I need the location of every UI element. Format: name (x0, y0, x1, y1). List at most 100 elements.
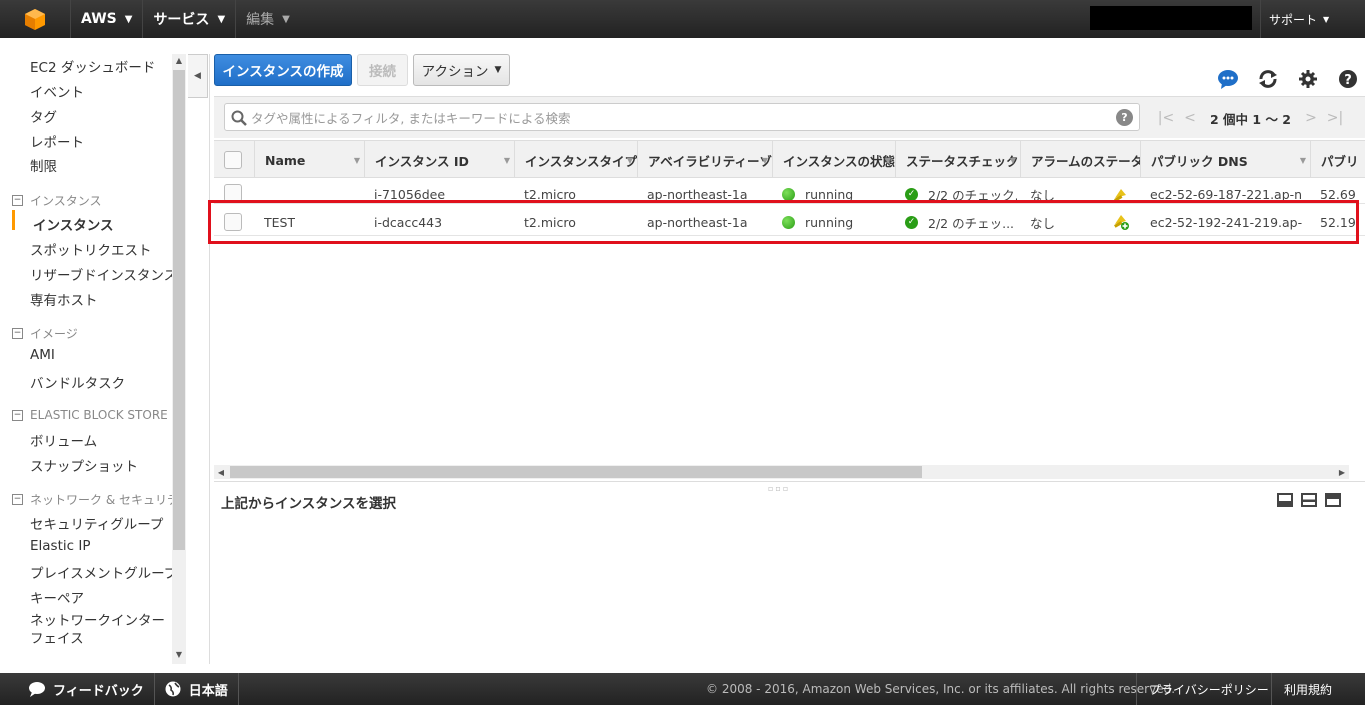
last-page-icon[interactable]: >| (1323, 110, 1347, 126)
check-ok-icon: ✓ (905, 187, 918, 201)
column-header-alarm-status[interactable]: アラームのステータス (1020, 141, 1140, 177)
settings-gear-icon[interactable] (1288, 68, 1328, 90)
support-menu-label: サポート (1269, 12, 1318, 27)
speech-bubble-icon (29, 682, 45, 697)
copyright-text: © 2008 - 2016, Amazon Web Services, Inc.… (706, 682, 1176, 696)
panel-middle-icon[interactable] (1301, 493, 1317, 507)
previous-page-icon[interactable]: < (1178, 110, 1202, 126)
terms-of-use-link[interactable]: 利用規約 (1271, 673, 1365, 705)
collapse-icon: − (12, 195, 23, 206)
sidebar-item-network-interfaces[interactable]: ネットワークインターフェイス (30, 612, 170, 648)
scroll-left-icon[interactable]: ◀ (214, 465, 228, 479)
table-header: Name▼ インスタンス ID▼ インスタンスタイプ▼ アベイラビリティーゾーン… (214, 140, 1365, 178)
edit-menu[interactable]: 編集 ▼ (235, 0, 300, 38)
sidebar-item-ami[interactable]: AMI (30, 347, 55, 363)
launch-instance-button[interactable]: インスタンスの作成 (214, 54, 352, 86)
feedback-button[interactable]: フィードバック (0, 673, 155, 705)
column-header-label: パブリック DNS (1151, 153, 1248, 169)
column-header-instance-id[interactable]: インスタンス ID ▼ (364, 141, 514, 177)
column-header-public-ip[interactable]: パブリ (1310, 141, 1365, 177)
sidebar-item-volumes[interactable]: ボリューム (30, 430, 97, 450)
panel-bottom-icon[interactable] (1277, 493, 1293, 507)
sidebar-scrollbar[interactable]: ▲ ▼ (172, 54, 186, 664)
sidebar-item-reports[interactable]: レポート (30, 131, 84, 151)
scroll-right-icon[interactable]: ▶ (1335, 465, 1349, 479)
sidebar-item-instances[interactable]: インスタンス (33, 214, 113, 234)
collapse-icon: − (12, 409, 23, 421)
sidebar-section-images[interactable]: − イメージ (12, 325, 78, 342)
services-menu-label: サービス (153, 12, 210, 28)
first-page-icon[interactable]: |< (1154, 110, 1178, 126)
sort-icon: ▼ (884, 155, 891, 165)
column-header-status-checks[interactable]: ステータスチェック ▼ (895, 141, 1020, 177)
sidebar-item-events[interactable]: イベント (30, 81, 84, 101)
column-header-instance-state[interactable]: インスタンスの状態 ▼ (772, 141, 895, 177)
scrollbar-thumb[interactable] (173, 70, 185, 550)
aws-cube-logo[interactable] (0, 0, 70, 38)
column-header-availability-zone[interactable]: アベイラビリティーゾーン▼ (637, 141, 772, 177)
column-header-label: インスタンス ID (375, 153, 469, 169)
collapse-sidebar-button[interactable]: ◀ (188, 54, 208, 98)
language-label: 日本語 (188, 683, 228, 699)
column-header-label: インスタンスの状態 (783, 153, 895, 169)
toolbar-icons: ? (1208, 68, 1365, 90)
feedback-chat-icon[interactable] (1208, 68, 1248, 90)
sidebar-item-elastic-ip[interactable]: Elastic IP (30, 538, 90, 554)
search-icon (231, 110, 247, 126)
sidebar-item-snapshots[interactable]: スナップショット (30, 455, 138, 475)
column-header-instance-type[interactable]: インスタンスタイプ ▼ (514, 141, 637, 177)
column-header-public-dns[interactable]: パブリック DNS ▼ (1140, 141, 1310, 177)
svg-text:?: ? (1344, 73, 1352, 88)
services-menu[interactable]: サービス ▼ (142, 0, 235, 38)
filter-bar: タグや属性によるフィルタ, またはキーワードによる検索 ? |< < 2 個中 … (214, 96, 1365, 138)
sidebar-item-ec2-dashboard[interactable]: EC2 ダッシュボード (30, 56, 155, 76)
sidebar-item-spot-requests[interactable]: スポットリクエスト (30, 239, 152, 259)
sidebar-item-reserved-instances[interactable]: リザーブドインスタンス (30, 264, 172, 284)
language-selector[interactable]: 日本語 (155, 673, 239, 705)
support-menu[interactable]: サポート ▼ (1260, 0, 1329, 38)
search-help-icon[interactable]: ? (1116, 109, 1133, 126)
active-item-marker (12, 210, 15, 230)
sidebar-item-placement-groups[interactable]: プレイスメントグループ (30, 562, 172, 582)
column-header-name[interactable]: Name ▼ (254, 141, 364, 177)
aws-menu-label: AWS (81, 11, 117, 27)
sidebar-item-bundle-tasks[interactable]: バンドルタスク (30, 372, 125, 392)
footer-bar: フィードバック 日本語 © 2008 - 2016, Amazon Web Se… (0, 673, 1365, 705)
sidebar-item-tags[interactable]: タグ (30, 106, 57, 126)
connect-button[interactable]: 接続 (357, 54, 408, 86)
scroll-down-icon[interactable]: ▼ (172, 650, 186, 659)
chevron-left-icon: ◀ (194, 71, 201, 81)
sidebar-section-label: イメージ (30, 327, 78, 341)
aws-menu[interactable]: AWS ▼ (70, 0, 142, 38)
panel-top-icon[interactable] (1325, 493, 1341, 507)
next-page-icon[interactable]: > (1299, 110, 1323, 126)
chevron-down-icon: ▼ (124, 13, 133, 25)
select-all-checkbox[interactable] (224, 151, 242, 169)
scrollbar-thumb[interactable] (230, 466, 922, 478)
sidebar-section-instances[interactable]: − インスタンス (12, 192, 102, 209)
sidebar-item-dedicated-hosts[interactable]: 専有ホスト (30, 289, 98, 309)
sidebar-item-limits[interactable]: 制限 (30, 155, 57, 175)
panel-layout-icons (1277, 493, 1341, 507)
account-name-redacted[interactable] (1090, 6, 1252, 30)
sidebar-item-security-groups[interactable]: セキュリティグループ (30, 513, 163, 533)
scroll-up-icon[interactable]: ▲ (172, 56, 186, 65)
top-navigation-bar: AWS ▼ サービス ▼ 編集 ▼ サポート ▼ (0, 0, 1365, 38)
actions-button[interactable]: アクション ▼ (413, 54, 510, 86)
search-input[interactable]: タグや属性によるフィルタ, またはキーワードによる検索 ? (224, 103, 1140, 131)
column-header-label: アベイラビリティーゾーン (648, 153, 772, 169)
sidebar-section-ebs[interactable]: − ELASTIC BLOCK STORE (12, 408, 168, 422)
pagination: |< < 2 個中 1 〜 2 > >| (1154, 97, 1347, 139)
panel-splitter[interactable] (214, 481, 1365, 482)
column-header-label: インスタンスタイプ (525, 153, 637, 169)
refresh-icon[interactable] (1248, 68, 1288, 90)
help-icon[interactable]: ? (1328, 68, 1365, 90)
table-horizontal-scrollbar[interactable]: ◀ ▶ (214, 465, 1349, 479)
running-status-icon (782, 187, 795, 201)
privacy-policy-link[interactable]: プライバシーポリシー (1136, 673, 1270, 705)
sidebar-section-network-security[interactable]: −ネットワーク & セキュリティ (12, 491, 172, 508)
pagination-text: 2 個中 1 〜 2 (1210, 111, 1291, 127)
splitter-grip-icon[interactable]: ▫▫▫ (768, 484, 790, 493)
sidebar-item-key-pairs[interactable]: キーペア (30, 587, 84, 607)
sidebar-section-label: ネットワーク & セキュリティ (30, 493, 172, 507)
